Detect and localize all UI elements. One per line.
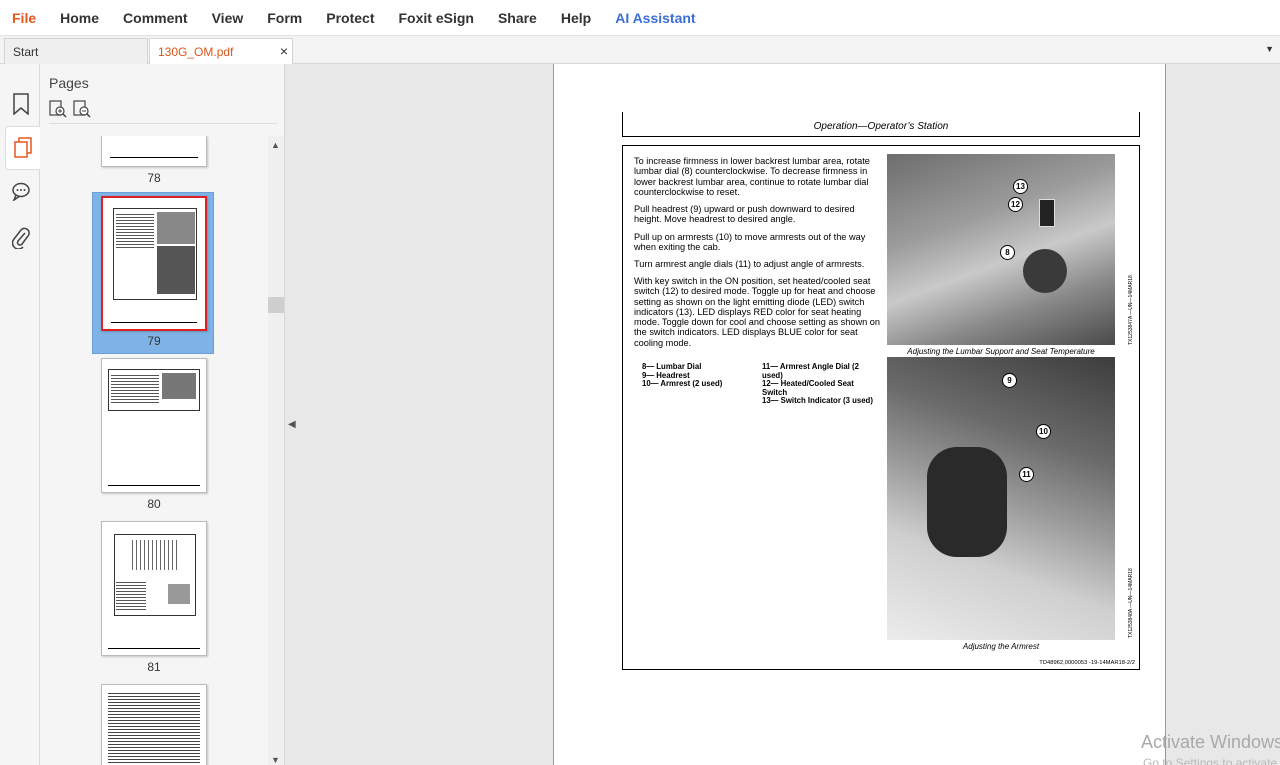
callout: 13 [1013, 179, 1028, 194]
panel-splitter[interactable]: ◀ [284, 64, 298, 765]
paragraph: Pull headrest (9) upward or push downwar… [634, 204, 855, 225]
menu-bar: File Home Comment View Form Protect Foxi… [0, 0, 1280, 36]
page-thumbnail[interactable] [101, 521, 207, 656]
page-number: 78 [147, 171, 161, 185]
pdf-page: Operation—Operator’s Station To increase… [553, 64, 1166, 765]
menu-foxit-esign[interactable]: Foxit eSign [398, 10, 473, 26]
callout: 8 [1000, 245, 1015, 260]
callout: 11 [1019, 467, 1034, 482]
photo-code: TX1253847A —UN—14MAR18 [1128, 275, 1134, 345]
page-number: 79 [147, 334, 161, 348]
tab-bar: Start 130G_OM.pdf × ▼ [0, 36, 1280, 64]
document-view[interactable]: Operation—Operator’s Station To increase… [298, 64, 1280, 765]
pages-panel-title: Pages [49, 75, 89, 91]
scrollbar-thumb[interactable] [268, 297, 284, 313]
tab-document-label: 130G_OM.pdf [158, 45, 234, 59]
close-icon[interactable]: × [280, 43, 288, 59]
caption: Adjusting the Armrest [962, 642, 1040, 651]
scroll-up-icon[interactable]: ▲ [271, 140, 280, 150]
caption: Adjusting the Lumbar Support and Seat Te… [907, 347, 1095, 356]
page-header-title: Operation—Operator’s Station [813, 121, 949, 132]
page-thumbnail[interactable] [101, 136, 207, 167]
tab-document[interactable]: 130G_OM.pdf × [149, 38, 293, 64]
paragraph: Turn armrest angle dials (11) to adjust … [634, 259, 865, 269]
menu-comment[interactable]: Comment [123, 10, 188, 26]
menu-file[interactable]: File [12, 10, 36, 26]
page-thumbnail-selected[interactable] [101, 196, 207, 331]
seat-lumbar-photo: 13 12 8 [887, 154, 1115, 345]
legend-item: 10— Armrest (2 used) [642, 379, 723, 389]
paragraph: Pull up on armrests (10) to move armrest… [634, 232, 866, 253]
armrest-photo: 9 10 11 [887, 357, 1115, 640]
paragraph: To increase firmness in lower backrest l… [634, 156, 870, 197]
activation-watermark-sub: Go to Settings to activate Windows. [1143, 756, 1280, 765]
pages-panel: Pages 78 79 80 81 [40, 64, 284, 765]
tab-start-label: Start [13, 45, 39, 59]
legend-item: 13— Switch Indicator (3 used) [762, 396, 873, 406]
activation-watermark: Activate Windows [1141, 732, 1280, 752]
menu-ai-assistant[interactable]: AI Assistant [615, 10, 695, 26]
page-thumbnail[interactable] [101, 684, 207, 765]
legend-item: 12— Heated/Cooled Seat Switch [762, 379, 854, 397]
paragraph: With key switch in the ON position, set … [634, 276, 881, 348]
page-zoom-out-icon[interactable] [73, 100, 91, 123]
page-header: Operation—Operator’s Station [622, 112, 1140, 137]
menu-protect[interactable]: Protect [326, 10, 374, 26]
chevron-down-icon[interactable]: ▼ [1265, 44, 1274, 54]
legend-item: 11— Armrest Angle Dial (2 used) [762, 362, 859, 380]
comments-icon[interactable] [7, 177, 35, 205]
page-number: 80 [147, 497, 161, 511]
collapse-panel-icon[interactable]: ◀ [288, 419, 296, 430]
photo-code: TX1253848A —UN—14MAR18 [1128, 568, 1134, 638]
callout: 9 [1002, 373, 1017, 388]
tab-start[interactable]: Start [4, 38, 148, 64]
thumbnail-list: 78 79 80 81 [40, 136, 268, 765]
footer-code: TD48962,0000053 -19-14MAR18-2/2 [1039, 660, 1135, 666]
page-zoom-in-icon[interactable] [49, 100, 67, 123]
legend-left: 8— Lumbar Dial 9— Headrest 10— Armrest (… [642, 362, 752, 389]
menu-view[interactable]: View [212, 10, 244, 26]
menu-help[interactable]: Help [561, 10, 591, 26]
attachment-icon[interactable] [7, 224, 35, 252]
page-thumbnail[interactable] [101, 358, 207, 493]
pages-icon[interactable] [5, 126, 40, 170]
callout: 12 [1008, 197, 1023, 212]
menu-form[interactable]: Form [267, 10, 302, 26]
thumbnail-scrollbar[interactable]: ▲ ▼ [268, 136, 284, 765]
legend-right: 11— Armrest Angle Dial (2 used) 12— Heat… [762, 362, 877, 406]
bookmark-icon[interactable] [7, 90, 35, 118]
scroll-down-icon[interactable]: ▼ [271, 755, 280, 765]
pages-toolbar [49, 98, 277, 124]
page-number: 81 [147, 660, 161, 674]
left-rail [0, 64, 40, 765]
menu-home[interactable]: Home [60, 10, 99, 26]
menu-share[interactable]: Share [498, 10, 537, 26]
page-content: To increase firmness in lower backrest l… [622, 145, 1140, 670]
callout: 10 [1036, 424, 1051, 439]
